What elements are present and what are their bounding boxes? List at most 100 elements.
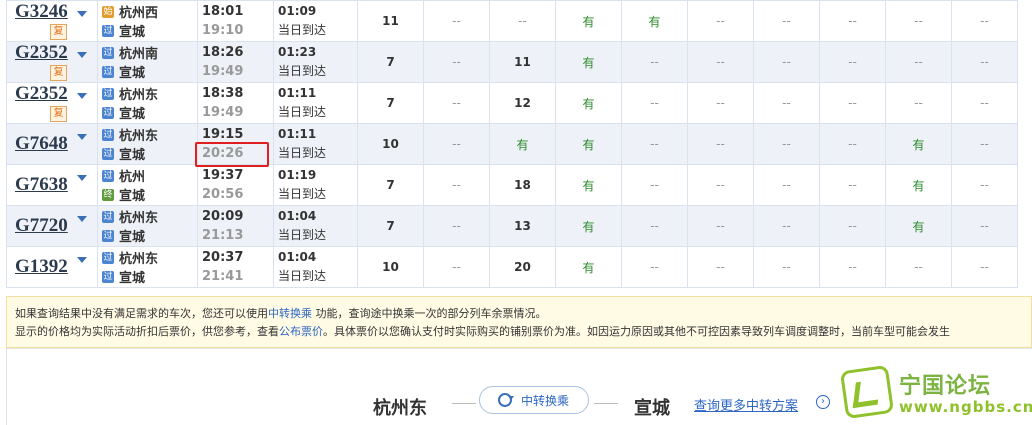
seat-cell[interactable]: 有 [555,123,622,165]
seat-cell[interactable]: 7 [357,41,424,83]
transfer-link[interactable]: 中转换乘 [268,307,312,320]
seat-availability: -- [716,219,725,233]
seat-cell[interactable]: 有 [555,205,622,247]
depart-time: 18:26 [202,45,244,60]
arrive-time: 20:56 [202,187,244,202]
seat-cell[interactable]: 有 [621,0,688,42]
arrive-time: 19:10 [202,23,244,38]
chevron-down-icon[interactable] [77,11,87,17]
table-row: G2352 复过杭州南过宣城 18:26 19:49 01:23 当日到达 7 -- 11 有 --… [6,41,1032,83]
seat-availability: -- [650,260,659,274]
time-cell: 18:38 19:49 [197,82,274,124]
table-row: G3246 复始杭州西过宣城 18:01 19:10 01:09 当日到达 11 -- -- 有 有… [6,0,1032,42]
seat-cell: -- [621,205,688,247]
duration-cell: 01:04 当日到达 [273,205,358,247]
seat-cell[interactable]: 有 [555,164,622,206]
seat-availability: -- [914,96,923,110]
more-transfer-link[interactable]: 查询更多中转方案 [694,395,798,414]
seat-cell[interactable]: 有 [555,0,622,42]
notice-text: 如果查询结果中没有满足需求的车次，您还可以使用 [15,307,268,320]
return-badge: 复 [50,65,67,81]
seat-cell[interactable]: 有 [885,164,952,206]
seat-cell: -- [951,123,1018,165]
chevron-down-icon[interactable] [77,134,87,140]
seat-cell[interactable]: 13 [489,205,556,247]
duration-cell: 01:09 当日到达 [273,0,358,42]
seat-cell[interactable]: 有 [885,123,952,165]
arrival-day: 当日到达 [278,228,327,242]
time-cell: 19:37 20:56 [197,164,274,206]
transfer-from-station: 杭州东 [373,398,427,418]
seat-cell[interactable]: 7 [357,205,424,247]
seat-cell[interactable]: 有 [555,41,622,83]
seat-availability: -- [716,96,725,110]
seat-availability: -- [716,14,725,28]
chevron-down-icon[interactable] [77,93,87,99]
seat-cell[interactable]: 10 [357,123,424,165]
seat-cell: -- [885,82,952,124]
seat-availability: 有 [582,14,595,29]
duration: 01:09 [278,4,317,18]
seat-availability: -- [848,14,857,28]
seat-availability: -- [848,219,857,233]
seat-cell[interactable]: 有 [555,246,622,288]
seat-availability: 有 [912,219,925,234]
transfer-button[interactable]: 中转换乘 [479,386,589,414]
arrival-day: 当日到达 [278,187,327,201]
seat-availability: 20 [514,260,531,274]
seat-availability: 18 [514,178,531,192]
seat-availability: -- [980,55,989,69]
chevron-down-icon[interactable] [77,216,87,222]
seat-availability: 有 [582,55,595,70]
seat-availability: -- [452,55,461,69]
notice-panel: 如果查询结果中没有满足需求的车次，您还可以使用中转换乘 功能，查询途中换乘一次的… [6,296,1032,348]
seat-cell[interactable]: 20 [489,246,556,288]
seat-availability: -- [980,260,989,274]
seat-availability: -- [782,260,791,274]
seat-availability: -- [980,219,989,233]
seat-cell[interactable]: 18 [489,164,556,206]
chevron-down-icon[interactable] [77,52,87,58]
seat-availability: -- [848,137,857,151]
seat-availability: -- [452,260,461,274]
seat-availability: 11 [382,14,399,28]
arrow-right-icon[interactable]: › [816,395,830,409]
seat-cell: -- [621,123,688,165]
chevron-down-icon[interactable] [77,257,87,263]
duration-cell: 01:23 当日到达 [273,41,358,83]
seat-cell[interactable]: 有 [489,123,556,165]
seat-cell[interactable]: 有 [555,82,622,124]
seat-cell: -- [753,123,820,165]
seat-availability: 10 [382,260,399,274]
seat-cell: -- [423,246,490,288]
duration-cell: 01:04 当日到达 [273,246,358,288]
seat-cell[interactable]: 有 [885,205,952,247]
seat-availability: -- [848,96,857,110]
to-station: 宣城 [119,148,146,163]
duration-cell: 01:11 当日到达 [273,82,358,124]
table-row: G7720 过杭州东过宣城 20:09 21:13 01:04 当日到达 7 -- 13 有 -- -… [6,205,1032,247]
seat-cell[interactable]: 11 [357,0,424,42]
arrive-time: 21:13 [202,228,244,243]
seat-cell: -- [885,41,952,83]
seat-availability: -- [452,137,461,151]
seat-availability: -- [452,178,461,192]
seat-cell[interactable]: 7 [357,82,424,124]
seat-availability: 有 [582,260,595,275]
seat-cell[interactable]: 12 [489,82,556,124]
public-fare-link[interactable]: 公布票价 [279,325,323,338]
seat-availability: -- [848,55,857,69]
seat-cell: -- [885,246,952,288]
seat-cell: -- [753,205,820,247]
station-type-icon: 终 [102,188,114,201]
seat-cell: -- [687,82,754,124]
seat-cell[interactable]: 10 [357,246,424,288]
seat-cell[interactable]: 7 [357,164,424,206]
highlight-box [195,142,269,167]
seat-cell[interactable]: 11 [489,41,556,83]
depart-time: 19:37 [202,168,244,183]
train-cell: G2352 复 [6,41,98,83]
depart-time: 18:38 [202,86,244,101]
duration: 01:23 [278,45,317,59]
chevron-down-icon[interactable] [77,175,87,181]
